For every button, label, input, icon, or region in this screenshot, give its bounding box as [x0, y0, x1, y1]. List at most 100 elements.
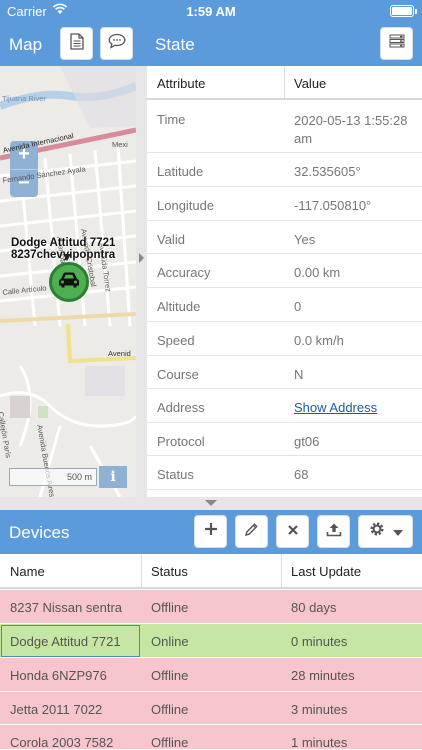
devices-table-header: Name Status Last Update [0, 554, 422, 589]
device-map-label-line1: Dodge Attitud 7721 [11, 237, 116, 249]
gear-icon [369, 521, 385, 542]
collapse-down-icon [205, 500, 217, 506]
device-name: Honda 6NZP976 [10, 668, 107, 683]
caret-down-icon [392, 523, 403, 541]
state-panel: Attribute Value Time 2020-05-13 1:55:28 … [147, 66, 422, 497]
state-attr: Speed [157, 333, 195, 348]
vertical-splitter[interactable] [136, 66, 147, 497]
state-value: 68 [294, 467, 309, 482]
delete-icon [287, 523, 299, 541]
state-table-header: Attribute Value [147, 66, 422, 100]
edit-device-button[interactable] [235, 515, 268, 548]
state-value: 0 [294, 299, 302, 314]
state-value: 0.00 km [294, 265, 341, 280]
state-value: Yes [294, 232, 316, 247]
show-address-link[interactable]: Show Address [294, 400, 377, 415]
map-label-mexico: Mexi [112, 140, 128, 149]
edit-icon [244, 522, 259, 542]
device-marker[interactable] [49, 262, 89, 302]
state-col-attribute[interactable]: Attribute [157, 76, 205, 91]
state-attr: Course [157, 367, 199, 382]
state-row-accuracy: Accuracy 0.00 km [147, 254, 422, 288]
device-row[interactable]: Honda 6NZP976 Offline 28 minutes [0, 658, 422, 692]
device-last-update: 3 minutes [291, 702, 348, 717]
state-row-address: Address Show Address [147, 389, 422, 423]
device-row[interactable]: Jetta 2011 7022 Offline 3 minutes [0, 692, 422, 725]
state-row-time: Time 2020-05-13 1:55:28 am [147, 100, 422, 153]
map-title: Map [9, 35, 43, 54]
state-value: -117.050810° [294, 198, 372, 213]
devices-col-status[interactable]: Status [151, 564, 188, 579]
label-pointer [63, 254, 71, 261]
devices-col-last-update[interactable]: Last Update [291, 564, 361, 579]
state-row-speed: Speed 0.0 km/h [147, 322, 422, 356]
state-attr: Latitude [157, 164, 204, 179]
devices-title: Devices [9, 523, 70, 542]
column-divider [284, 66, 285, 98]
devices-header: Devices [0, 510, 422, 554]
state-value: 32.535605° [294, 164, 361, 179]
map-header: Map [0, 22, 136, 66]
device-last-update: 80 days [291, 600, 337, 615]
device-status: Offline [151, 735, 189, 750]
report-icon [69, 32, 84, 55]
device-name: 8237 Nissan sentra [10, 600, 123, 615]
state-col-value[interactable]: Value [294, 76, 326, 91]
device-status: Offline [151, 668, 189, 683]
device-last-update: 0 minutes [291, 634, 348, 649]
state-header: State [147, 22, 422, 66]
column-divider [281, 554, 282, 587]
state-value: 0.0 km/h [294, 333, 344, 348]
state-row-altitude: Altitude 0 [147, 288, 422, 322]
state-attr: Time [157, 112, 186, 127]
state-attr: Status [157, 467, 194, 482]
state-menu-button[interactable] [380, 27, 413, 60]
delete-device-button[interactable] [276, 515, 309, 548]
state-value: gt06 [294, 434, 320, 449]
column-divider [141, 554, 142, 587]
battery-icon [390, 5, 417, 17]
menu-icon [389, 34, 405, 53]
state-title: State [155, 35, 195, 54]
devices-col-name[interactable]: Name [10, 564, 45, 579]
device-last-update: 1 minutes [291, 735, 348, 750]
state-row-longitude: Longitude -117.050810° [147, 187, 422, 221]
state-row-course: Course N [147, 356, 422, 389]
device-last-update: 28 minutes [291, 668, 355, 683]
state-attr: Altitude [157, 299, 201, 314]
horizontal-splitter[interactable] [0, 497, 422, 510]
device-name: Jetta 2011 7022 [10, 702, 103, 717]
device-name: Dodge Attitud 7721 [10, 634, 121, 649]
state-value: N [294, 367, 304, 382]
upload-icon [326, 522, 342, 542]
car-icon [57, 271, 81, 294]
expand-right-icon [139, 253, 144, 263]
state-value: 2020-05-13 1:55:28 am [294, 113, 408, 146]
settings-dropdown-button[interactable] [358, 515, 413, 548]
map-label-avenida-right: Avenid [108, 349, 131, 358]
upload-button[interactable] [317, 515, 350, 548]
state-attr: Valid [157, 232, 185, 247]
report-button[interactable] [60, 27, 93, 60]
state-attr: Address [157, 400, 205, 415]
state-row-protocol: Protocol gt06 [147, 423, 422, 456]
status-bar: Carrier 1:59 AM [0, 0, 422, 22]
state-row-status: Status 68 [147, 456, 422, 490]
map-scale: 500 m [9, 468, 97, 486]
device-status: Offline [151, 600, 189, 615]
device-row[interactable]: Corola 2003 7582 Offline 1 minutes [0, 725, 422, 750]
device-row[interactable]: 8237 Nissan sentra Offline 80 days [0, 590, 422, 624]
add-icon [204, 522, 218, 541]
header-divider [136, 22, 147, 66]
state-attr: Accuracy [157, 265, 211, 280]
device-status: Online [151, 634, 189, 649]
chat-button[interactable] [100, 27, 133, 60]
map-label-river: Tijuana River [2, 94, 46, 103]
state-attr: Longitude [157, 198, 215, 213]
device-name: Corola 2003 7582 [10, 735, 114, 750]
info-button[interactable]: i [99, 466, 127, 488]
state-attr: Protocol [157, 434, 205, 449]
device-row-selected[interactable]: Dodge Attitud 7721 Online 0 minutes [0, 624, 422, 658]
add-device-button[interactable] [194, 515, 227, 548]
clock: 1:59 AM [186, 4, 236, 19]
